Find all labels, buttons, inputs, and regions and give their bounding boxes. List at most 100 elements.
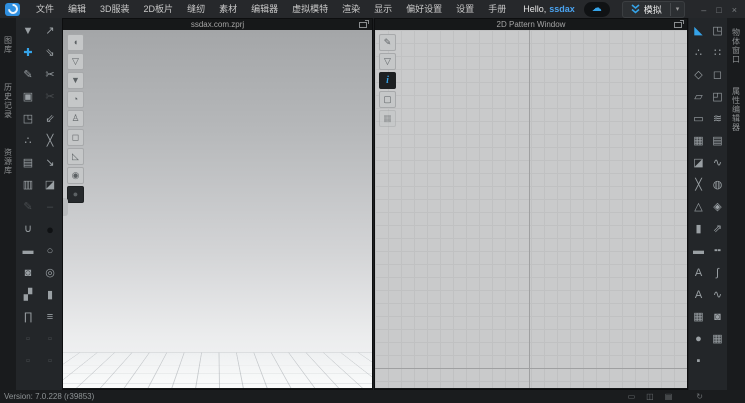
scissors-icon[interactable]: ✂ — [39, 64, 61, 86]
blazer-icon[interactable]: ▞ — [17, 284, 39, 306]
menu-item-1[interactable]: 编辑 — [61, 0, 93, 18]
corner-tool-icon[interactable]: ◰ — [708, 86, 727, 108]
arrangement-points-icon[interactable]: ∴ — [17, 130, 39, 152]
maximize-button[interactable]: □ — [716, 0, 721, 19]
username-link[interactable]: ssdax — [549, 4, 575, 14]
tool-disabled-4-icon[interactable]: ▫ — [39, 350, 61, 372]
pen-dim-icon[interactable]: ✎ — [17, 196, 39, 218]
select-move-icon[interactable]: ✚ — [17, 42, 39, 64]
text-style-icon[interactable]: A — [689, 284, 708, 306]
menu-item-12[interactable]: 手册 — [481, 0, 513, 18]
sewing-machine-icon[interactable]: ◙ — [708, 306, 727, 328]
curve-tool-icon[interactable]: ≋ — [708, 108, 727, 130]
add-points-icon[interactable]: ∷ — [708, 42, 727, 64]
dash-dim-icon[interactable]: – — [39, 196, 61, 218]
tab-object-window[interactable]: 物体窗口 — [731, 28, 742, 69]
menu-item-10[interactable]: 偏好设置 — [399, 0, 449, 18]
pen-3d-icon[interactable]: ✎ — [17, 64, 39, 86]
hatch-pattern-icon[interactable]: ▤ — [708, 130, 727, 152]
tab-resources[interactable]: 资源库 — [3, 148, 14, 180]
arrow-ne-icon[interactable]: ⇗ — [708, 218, 727, 240]
avatar-pose-icon[interactable]: ↗ — [39, 20, 61, 42]
tool-disabled-3-icon[interactable]: ▫ — [17, 350, 39, 372]
layout-grid-icon[interactable]: ▤ — [665, 393, 673, 401]
jacket-icon[interactable]: ◙ — [17, 262, 39, 284]
polygon-icon[interactable]: ◇ — [689, 64, 708, 86]
diamond-tool-icon[interactable]: ◈ — [708, 196, 727, 218]
tool-disabled-1-icon[interactable]: ▫ — [17, 328, 39, 350]
cylinder-icon[interactable]: ▮ — [39, 284, 61, 306]
rectangle-icon[interactable]: ◻ — [708, 64, 727, 86]
texture-shirt-icon[interactable]: ▤ — [17, 152, 39, 174]
menu-item-4[interactable]: 缝纫 — [180, 0, 212, 18]
magnet-icon[interactable]: ∪ — [17, 218, 39, 240]
zipper-icon[interactable]: ≡ — [39, 306, 61, 328]
simulate-button[interactable]: 模拟 ▾ — [622, 1, 686, 18]
globe-icon[interactable]: ● — [67, 186, 84, 203]
sphere-tool-icon[interactable]: ● — [689, 328, 708, 350]
dash-line-icon[interactable]: ╍ — [708, 240, 727, 262]
sew-panel-icon[interactable]: ▣ — [17, 86, 39, 108]
plane-icon[interactable]: ◻ — [67, 129, 84, 146]
measure-chart-icon[interactable]: ◪ — [39, 174, 61, 196]
text-tool-icon[interactable]: A — [689, 262, 708, 284]
layout-split-icon[interactable]: ◫ — [646, 393, 654, 401]
popout-2d-icon[interactable] — [674, 22, 682, 28]
circle-dot-icon[interactable]: ◍ — [708, 174, 727, 196]
layout-single-icon[interactable]: ▭ — [628, 393, 636, 401]
delete-cross-icon[interactable]: ╳ — [689, 174, 708, 196]
shirt-2d-icon[interactable]: ▽ — [379, 53, 396, 70]
info-icon[interactable]: i — [379, 72, 396, 89]
fabric-grid-icon[interactable]: ▦ — [708, 328, 727, 350]
small-tool-icon[interactable]: ▪ — [689, 350, 708, 372]
sheet-icon[interactable]: ▢ — [379, 91, 396, 108]
target-circle-icon[interactable]: ◎ — [39, 262, 61, 284]
rotate-view-icon[interactable]: ◖ — [67, 34, 84, 51]
layer-icon[interactable]: ▥ — [17, 174, 39, 196]
curve-s-icon[interactable]: ∫ — [708, 262, 727, 284]
tab-property-editor[interactable]: 属性编辑器 — [731, 87, 742, 137]
transform-pattern-icon[interactable]: ◣ — [689, 20, 708, 42]
menu-item-6[interactable]: 编辑器 — [244, 0, 285, 18]
menu-item-5[interactable]: 素材 — [212, 0, 244, 18]
cloud-sync-button[interactable]: ☁ — [584, 2, 610, 17]
remove-pin-icon[interactable]: ╳ — [39, 130, 61, 152]
shirt-outline-icon[interactable]: ▽ — [67, 53, 84, 70]
menu-item-7[interactable]: 虚拟模特 — [285, 0, 335, 18]
grid-fill-icon[interactable]: ▦ — [689, 306, 708, 328]
menu-item-8[interactable]: 渲染 — [335, 0, 367, 18]
menu-item-3[interactable]: 2D板片 — [137, 0, 181, 18]
parallelogram-icon[interactable]: ▱ — [689, 86, 708, 108]
app-logo-icon[interactable] — [5, 3, 20, 16]
grid-pattern-icon[interactable]: ▦ — [689, 130, 708, 152]
edit-pattern-icon[interactable]: ◳ — [708, 20, 727, 42]
panel-collapse-handle[interactable] — [63, 198, 68, 216]
minimize-button[interactable]: – — [701, 0, 706, 19]
popout-3d-icon[interactable] — [359, 22, 367, 28]
cut-sew-icon[interactable]: ✂ — [39, 86, 61, 108]
simulate-tool-icon[interactable]: ▼ — [17, 20, 39, 42]
triangle-tool-icon[interactable]: △ — [689, 196, 708, 218]
simulate-main[interactable]: 模拟 — [623, 3, 670, 16]
menu-item-9[interactable]: 显示 — [367, 0, 399, 18]
tape-measure-icon[interactable]: ▬ — [17, 240, 39, 262]
pin-icon[interactable]: ⇘ — [39, 42, 61, 64]
menu-item-11[interactable]: 设置 — [449, 0, 481, 18]
circle-outline-icon[interactable]: ○ — [39, 240, 61, 262]
menu-item-2[interactable]: 3D服装 — [93, 0, 137, 18]
zigzag-icon[interactable]: ∿ — [708, 284, 727, 306]
tack-icon[interactable]: ⇙ — [39, 108, 61, 130]
tab-history[interactable]: 历史记录 — [3, 83, 14, 124]
fold-arrange-icon[interactable]: ◳ — [17, 108, 39, 130]
seam-bar-icon[interactable]: ▮ — [689, 218, 708, 240]
edit-points-icon[interactable]: ∴ — [689, 42, 708, 64]
tab-library[interactable]: 图库 — [3, 36, 14, 59]
3d-canvas[interactable]: ◖▽▼◔♙◻◺◉● — [63, 30, 372, 388]
refresh-icon[interactable]: ↻ — [696, 393, 703, 401]
close-button[interactable]: × — [732, 0, 737, 19]
simulate-dropdown-caret[interactable]: ▾ — [670, 3, 685, 16]
pen-2d-icon[interactable]: ✎ — [379, 34, 396, 51]
dark-sphere-icon[interactable]: ● — [39, 218, 61, 240]
pin-angle-icon[interactable]: ↘ — [39, 152, 61, 174]
mannequin-icon[interactable]: ♙ — [67, 110, 84, 127]
